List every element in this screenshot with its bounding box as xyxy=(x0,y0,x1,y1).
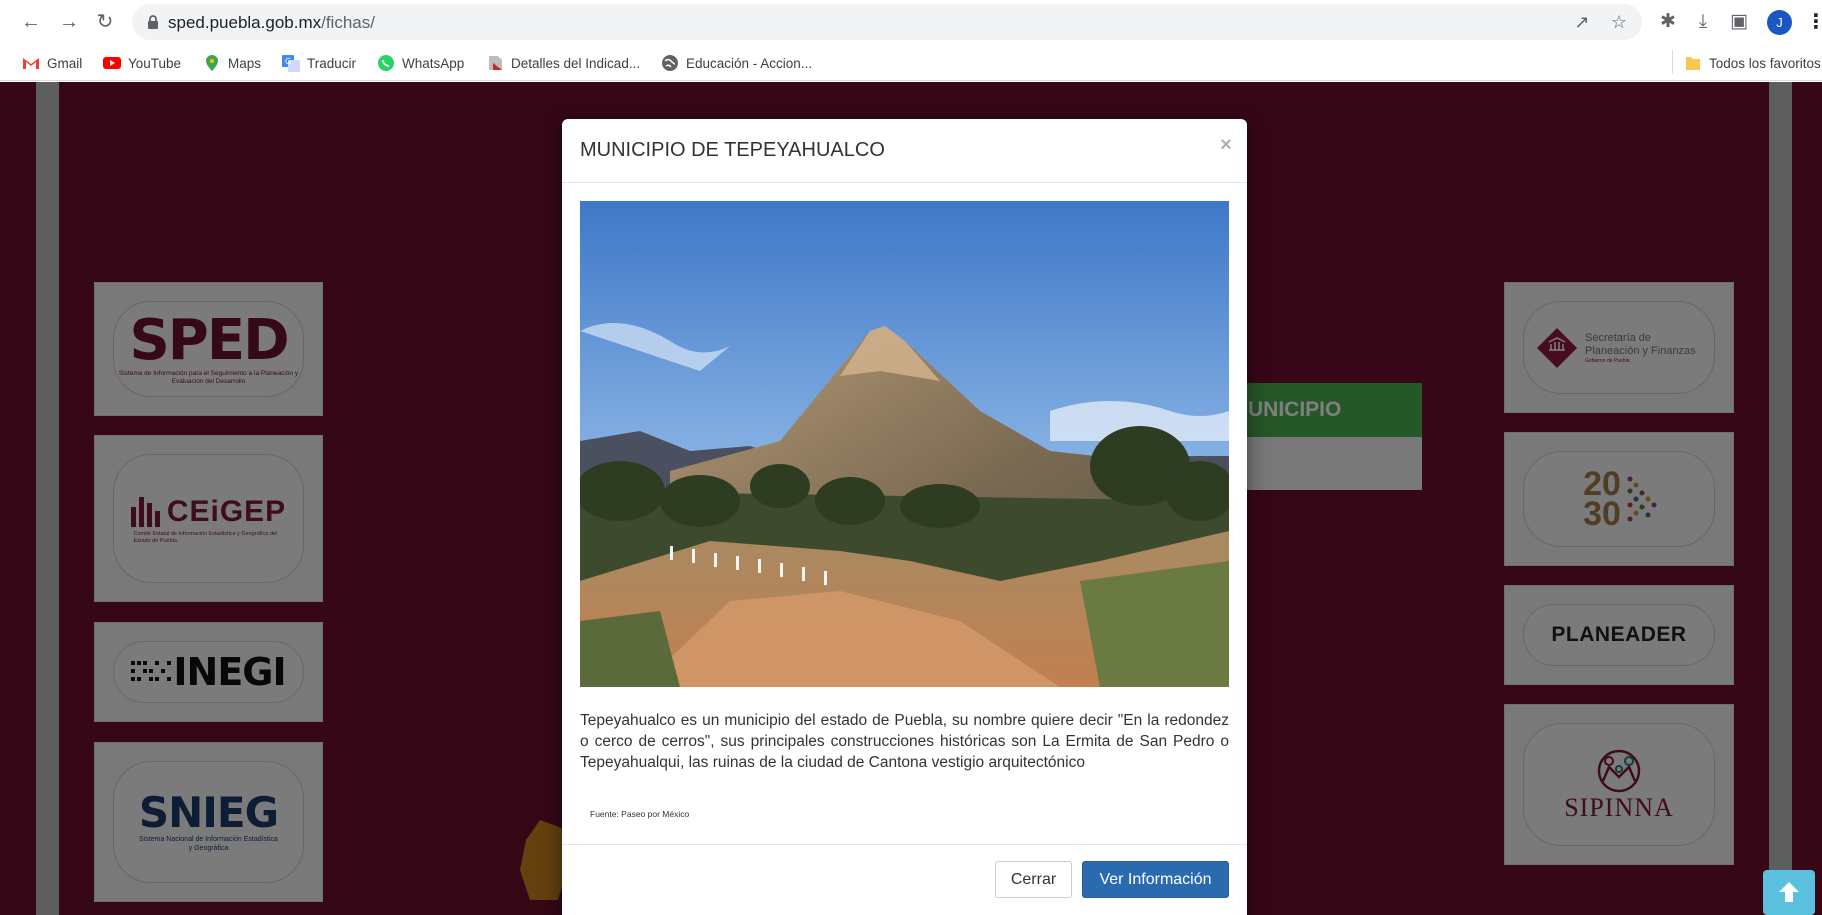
globe-icon xyxy=(662,55,678,71)
star-icon[interactable]: ☆ xyxy=(1609,12,1629,32)
bookmark-detalles[interactable]: Detalles del Indicad... xyxy=(486,53,640,73)
menu-dots-icon[interactable]: ⋮ xyxy=(1806,10,1822,34)
bookmark-label: Traducir xyxy=(307,55,357,71)
bookmark-maps[interactable]: Maps xyxy=(203,53,261,73)
bookmark-label: Todos los favoritos xyxy=(1709,55,1821,71)
bookmarks-bar: Gmail YouTube Maps G Traducir WhatsApp D… xyxy=(0,44,1822,81)
folder-icon xyxy=(1686,57,1700,70)
forward-arrow-icon[interactable]: → xyxy=(56,9,82,35)
bookmark-translate[interactable]: G Traducir xyxy=(282,53,356,73)
whatsapp-icon xyxy=(378,55,394,71)
bookmark-whatsapp[interactable]: WhatsApp xyxy=(377,53,464,73)
url-domain: sped.puebla.gob.mx xyxy=(168,13,322,32)
photo-source: Fuente: Paseo por México xyxy=(590,809,690,819)
modal-footer: Cerrar Ver Información xyxy=(562,844,1247,915)
page-content: SPED Sistema de Información para el Segu… xyxy=(0,82,1822,915)
arrow-up-icon xyxy=(1779,882,1799,902)
mountain-landscape-image xyxy=(580,201,1229,687)
gmail-icon xyxy=(23,58,39,69)
download-icon[interactable]: ⤓ xyxy=(1691,10,1715,34)
bookmark-label: Educación - Accion... xyxy=(686,55,813,71)
bookmark-label: Gmail xyxy=(47,55,83,71)
bookmark-educacion[interactable]: Educación - Accion... xyxy=(661,53,812,73)
close-button[interactable]: Cerrar xyxy=(995,861,1072,898)
municipio-modal: MUNICIPIO DE TEPEYAHUALCO × Tepeyahualco… xyxy=(562,119,1247,915)
url-path: /fichas/ xyxy=(321,13,375,32)
bookmark-page-icon xyxy=(489,56,502,70)
municipio-photo xyxy=(580,201,1229,687)
share-icon[interactable]: ↗ xyxy=(1572,12,1592,32)
bookmark-label: Detalles del Indicad... xyxy=(511,55,641,71)
back-arrow-icon[interactable]: ← xyxy=(18,9,44,35)
modal-header: MUNICIPIO DE TEPEYAHUALCO × xyxy=(562,119,1247,183)
scroll-to-top-button[interactable] xyxy=(1763,870,1815,915)
lock-icon xyxy=(148,15,158,29)
svg-text:G: G xyxy=(285,57,291,66)
extensions-puzzle-icon[interactable]: ✱ xyxy=(1656,10,1680,34)
maps-icon xyxy=(206,55,218,71)
bookmark-label: WhatsApp xyxy=(402,55,465,71)
view-information-button[interactable]: Ver Información xyxy=(1082,861,1229,898)
bookmark-all-favorites[interactable]: Todos los favoritos xyxy=(1684,53,1821,73)
bookmark-label: Maps xyxy=(228,55,262,71)
reload-icon[interactable]: ↻ xyxy=(92,9,118,35)
bookmarks-separator xyxy=(1672,50,1673,74)
address-bar[interactable]: sped.puebla.gob.mx/fichas/ ↗ ☆ xyxy=(132,4,1642,40)
translate-icon: G xyxy=(282,55,300,72)
side-panel-icon[interactable]: ▣ xyxy=(1727,10,1751,34)
close-icon[interactable]: × xyxy=(1217,135,1235,155)
bookmark-youtube[interactable]: YouTube xyxy=(103,53,181,73)
modal-title: MUNICIPIO DE TEPEYAHUALCO xyxy=(580,139,885,161)
youtube-icon xyxy=(103,57,121,69)
url-text: sped.puebla.gob.mx/fichas/ xyxy=(168,13,375,33)
municipio-description: Tepeyahualco es un municipio del estado … xyxy=(580,712,1229,771)
profile-avatar[interactable]: J xyxy=(1767,10,1792,35)
browser-toolbar: ← → ↻ sped.puebla.gob.mx/fichas/ ↗ ☆ ✱ ⤓… xyxy=(0,0,1822,44)
bookmark-gmail[interactable]: Gmail xyxy=(22,53,82,73)
bookmark-label: YouTube xyxy=(128,55,182,71)
